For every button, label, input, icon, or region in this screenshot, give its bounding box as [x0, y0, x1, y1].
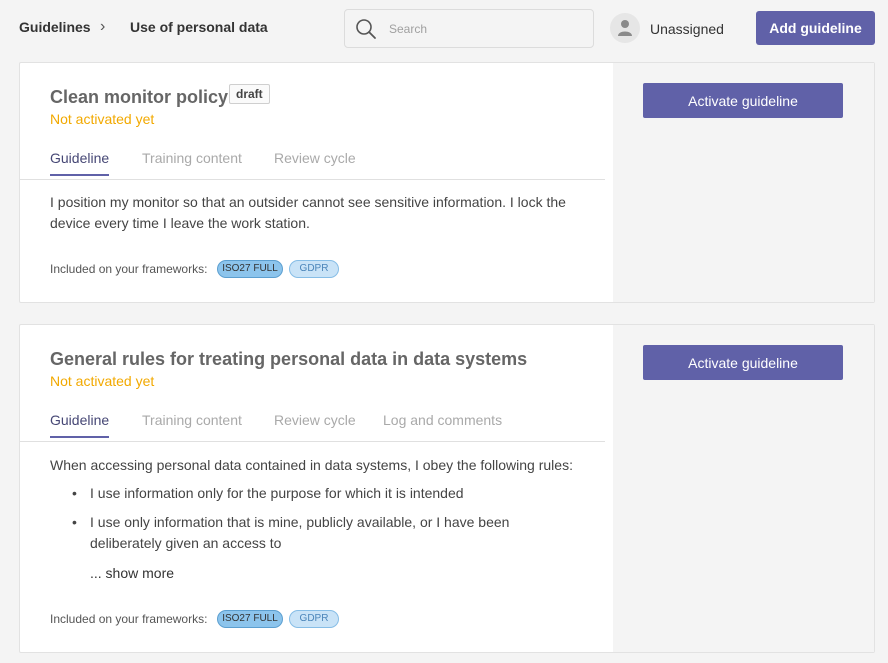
- list-item: I use only information that is mine, pub…: [72, 512, 582, 554]
- tab-review-cycle[interactable]: Review cycle: [274, 150, 356, 166]
- activate-guideline-button[interactable]: Activate guideline: [643, 83, 843, 118]
- status-text: Not activated yet: [50, 373, 155, 389]
- frameworks-label: Included on your frameworks:: [50, 262, 208, 276]
- card-side-panel: Activate guideline: [613, 63, 874, 302]
- show-more-link[interactable]: ... show more: [90, 565, 174, 581]
- search-box[interactable]: [344, 9, 594, 48]
- framework-tag-iso27[interactable]: ISO27 FULL: [217, 610, 283, 628]
- draft-badge: draft: [229, 84, 270, 104]
- guideline-card: Activate guideline Clean monitor policy …: [19, 62, 875, 303]
- framework-tag-gdpr[interactable]: GDPR: [289, 260, 339, 278]
- tab-training-content[interactable]: Training content: [142, 150, 242, 166]
- guideline-text: I position my monitor so that an outside…: [50, 194, 566, 231]
- framework-tag-gdpr[interactable]: GDPR: [289, 610, 339, 628]
- framework-tag-iso27[interactable]: ISO27 FULL: [217, 260, 283, 278]
- avatar[interactable]: [610, 13, 640, 43]
- add-guideline-button[interactable]: Add guideline: [756, 11, 875, 45]
- frameworks-label: Included on your frameworks:: [50, 612, 208, 626]
- activate-guideline-button[interactable]: Activate guideline: [643, 345, 843, 380]
- guideline-card: Activate guideline General rules for tre…: [19, 324, 875, 653]
- list-item: I use information only for the purpose f…: [72, 483, 582, 504]
- breadcrumb-current: Use of personal data: [130, 19, 268, 35]
- breadcrumb-guidelines[interactable]: Guidelines: [19, 19, 91, 35]
- card-side-panel: Activate guideline: [613, 325, 874, 652]
- tab-log-and-comments[interactable]: Log and comments: [383, 412, 502, 428]
- card-title[interactable]: Clean monitor policy: [50, 87, 228, 108]
- person-icon: [618, 20, 632, 36]
- assignee-label[interactable]: Unassigned: [650, 21, 724, 37]
- guideline-intro: When accessing personal data contained i…: [50, 457, 573, 473]
- chevron-right-icon: ›: [100, 18, 106, 35]
- status-text: Not activated yet: [50, 111, 155, 127]
- card-tabs: Guideline Training content Review cycle: [20, 150, 605, 180]
- top-bar: Guidelines › Use of personal data Unassi…: [0, 0, 888, 58]
- tab-review-cycle[interactable]: Review cycle: [274, 412, 356, 428]
- tab-guideline[interactable]: Guideline: [50, 150, 110, 176]
- search-input[interactable]: [389, 20, 579, 38]
- tab-training-content[interactable]: Training content: [142, 412, 242, 428]
- tab-guideline[interactable]: Guideline: [50, 412, 110, 438]
- search-icon: [356, 19, 376, 39]
- rules-list: I use information only for the purpose f…: [72, 483, 582, 562]
- card-tabs: Guideline Training content Review cycle …: [20, 412, 605, 442]
- card-title[interactable]: General rules for treating personal data…: [50, 349, 527, 370]
